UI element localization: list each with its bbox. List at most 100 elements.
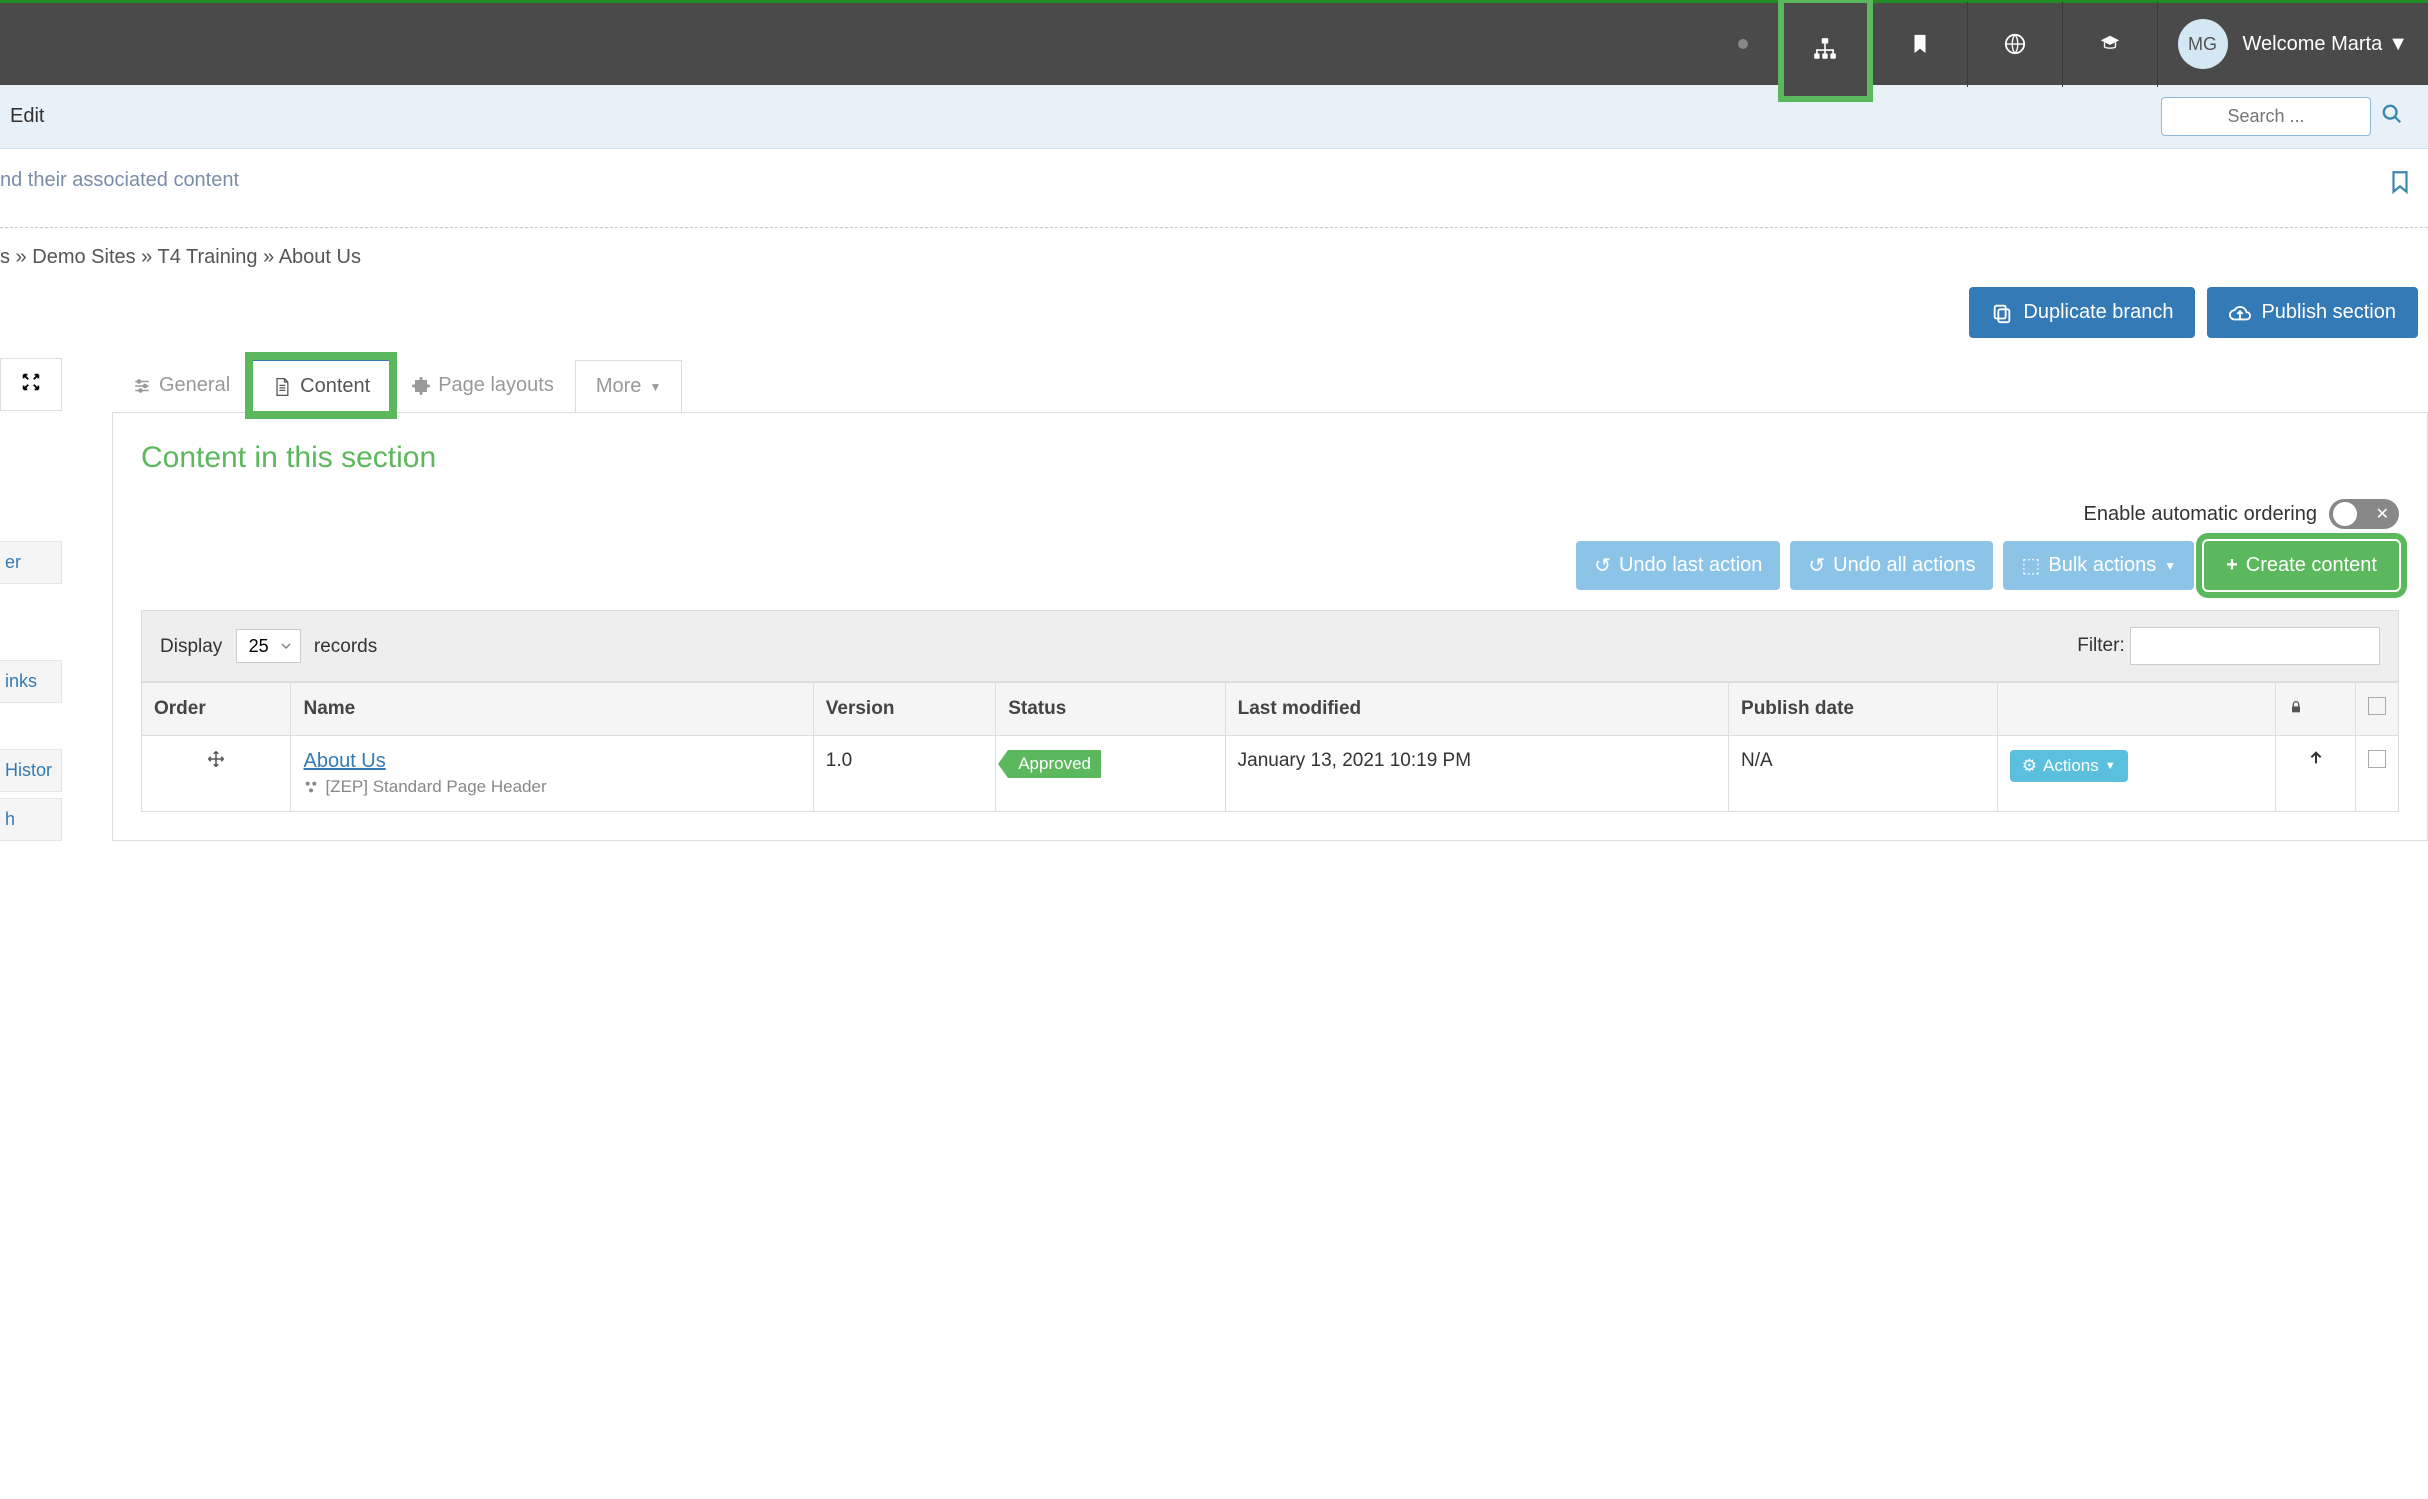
sidebar-item[interactable]: inks: [0, 660, 62, 703]
notification-dot-icon[interactable]: [1738, 39, 1748, 49]
bulk-actions-label: Bulk actions: [2048, 554, 2156, 577]
row-last-modified: January 13, 2021 10:19 PM: [1225, 736, 1728, 812]
table-header-row: Order Name Version Status Last modified …: [142, 683, 2399, 736]
records-label: records: [314, 636, 377, 657]
undo-last-button[interactable]: ↺ Undo last action: [1576, 541, 1780, 590]
sitemap-nav-button[interactable]: [1778, 0, 1873, 102]
tab-content-label: Content: [300, 375, 370, 398]
sitemap-icon: [1812, 36, 1838, 62]
th-lock: [2276, 683, 2356, 736]
sidebar-item[interactable]: er: [0, 541, 62, 584]
search-icon: [2381, 103, 2403, 125]
row-move-up[interactable]: [2276, 736, 2356, 812]
row-name-cell: About Us [ZEP] Standard Page Header: [291, 736, 813, 812]
document-icon: [272, 377, 292, 397]
main-layout: er inks Histor h General Content Page la…: [0, 358, 2428, 847]
tab-general-label: General: [159, 374, 230, 397]
enable-ordering-toggle[interactable]: ✕: [2329, 499, 2399, 529]
row-checkbox[interactable]: [2368, 750, 2386, 768]
th-last-modified[interactable]: Last modified: [1225, 683, 1728, 736]
tab-page-layouts-label: Page layouts: [438, 374, 554, 397]
edit-bar: Edit: [0, 85, 2428, 149]
search-input[interactable]: [2161, 97, 2371, 136]
cubes-icon: ⬚: [2021, 553, 2040, 578]
tab-more[interactable]: More ▼: [575, 360, 682, 413]
row-actions-cell: ⚙ Actions ▼: [1997, 736, 2275, 812]
caret-down-icon: ▼: [2388, 33, 2408, 56]
sidebar-item[interactable]: Histor: [0, 749, 62, 792]
bookmark-nav-button[interactable]: [1873, 2, 1968, 87]
row-drag-handle[interactable]: [142, 736, 291, 812]
cloud-upload-icon: [2229, 302, 2251, 324]
graduation-nav-button[interactable]: [2063, 2, 2158, 87]
display-control: Display 25 records: [160, 629, 377, 663]
status-badge: Approved: [1008, 750, 1101, 778]
sidebar: er inks Histor h: [0, 358, 62, 847]
tab-page-layouts[interactable]: Page layouts: [391, 359, 575, 412]
row-status-cell: Approved: [996, 736, 1225, 812]
th-order[interactable]: Order: [142, 683, 291, 736]
undo-last-label: Undo last action: [1619, 554, 1762, 577]
row-version: 1.0: [813, 736, 995, 812]
tab-general[interactable]: General: [112, 359, 251, 412]
page-size-select[interactable]: 25: [236, 629, 301, 663]
actions-label: Actions: [2043, 756, 2099, 776]
bookmark-page-button[interactable]: [2387, 169, 2428, 202]
welcome-label: Welcome Marta: [2243, 33, 2383, 56]
breadcrumb-item[interactable]: About Us: [279, 246, 361, 268]
expand-sidebar-button[interactable]: [0, 358, 62, 411]
filter-label: Filter:: [2077, 635, 2125, 656]
enable-ordering-label: Enable automatic ordering: [2084, 503, 2317, 526]
table-controls: Display 25 records Filter:: [141, 610, 2399, 682]
copy-icon: [1991, 302, 2013, 324]
undo-icon: ↺: [1808, 553, 1825, 578]
graduation-cap-icon: [2099, 33, 2121, 55]
search-area: [2161, 97, 2418, 136]
user-avatar[interactable]: MG: [2178, 19, 2228, 69]
duplicate-label: Duplicate branch: [2023, 301, 2173, 324]
globe-nav-button[interactable]: [1968, 2, 2063, 87]
create-content-button[interactable]: + Create content: [2204, 541, 2399, 590]
select-all-checkbox[interactable]: [2368, 697, 2386, 715]
publish-section-button[interactable]: Publish section: [2207, 287, 2418, 338]
welcome-dropdown[interactable]: Welcome Marta ▼: [2243, 33, 2408, 56]
search-button[interactable]: [2381, 103, 2403, 131]
user-area: MG Welcome Marta ▼: [2178, 19, 2408, 69]
filter-input[interactable]: [2130, 627, 2380, 665]
duplicate-branch-button[interactable]: Duplicate branch: [1969, 287, 2195, 338]
globe-icon: [2004, 33, 2026, 55]
th-name[interactable]: Name: [291, 683, 813, 736]
caret-down-icon: ▼: [2164, 559, 2176, 573]
toggle-knob: [2333, 502, 2357, 526]
breadcrumb-item[interactable]: Demo Sites: [32, 246, 135, 268]
breadcrumb-item[interactable]: T4 Training: [158, 246, 258, 268]
top-navbar: MG Welcome Marta ▼: [0, 0, 2428, 85]
content-name-link[interactable]: About Us: [303, 750, 385, 772]
bulk-actions-button[interactable]: ⬚ Bulk actions ▼: [2003, 541, 2194, 590]
move-icon: [207, 750, 225, 768]
undo-all-button[interactable]: ↺ Undo all actions: [1790, 541, 1993, 590]
bookmark-outline-icon: [2387, 169, 2413, 195]
row-actions-button[interactable]: ⚙ Actions ▼: [2010, 750, 2128, 782]
nav-icon-group: [1738, 3, 2158, 85]
th-version[interactable]: Version: [813, 683, 995, 736]
tabs: General Content Page layouts More ▼: [112, 358, 2428, 413]
description-text: nd their associated content: [0, 169, 239, 202]
sliders-icon: [133, 377, 151, 395]
sidebar-item[interactable]: h: [0, 798, 62, 841]
table-row: About Us [ZEP] Standard Page Header 1.0 …: [142, 736, 2399, 812]
breadcrumb: s » Demo Sites » T4 Training » About Us: [0, 228, 2428, 287]
caret-down-icon: ▼: [649, 380, 661, 394]
th-select-all: [2356, 683, 2399, 736]
ordering-toolbar: Enable automatic ordering ✕: [141, 499, 2399, 529]
breadcrumb-item[interactable]: s: [0, 246, 10, 268]
tab-content[interactable]: Content: [251, 358, 391, 413]
th-publish-date[interactable]: Publish date: [1729, 683, 1998, 736]
th-actions: [1997, 683, 2275, 736]
description-bar: nd their associated content: [0, 149, 2428, 228]
th-status[interactable]: Status: [996, 683, 1225, 736]
panel-title: Content in this section: [141, 441, 2399, 475]
arrow-up-icon: [2308, 750, 2324, 766]
template-icon: [303, 779, 319, 795]
expand-icon: [20, 371, 42, 393]
